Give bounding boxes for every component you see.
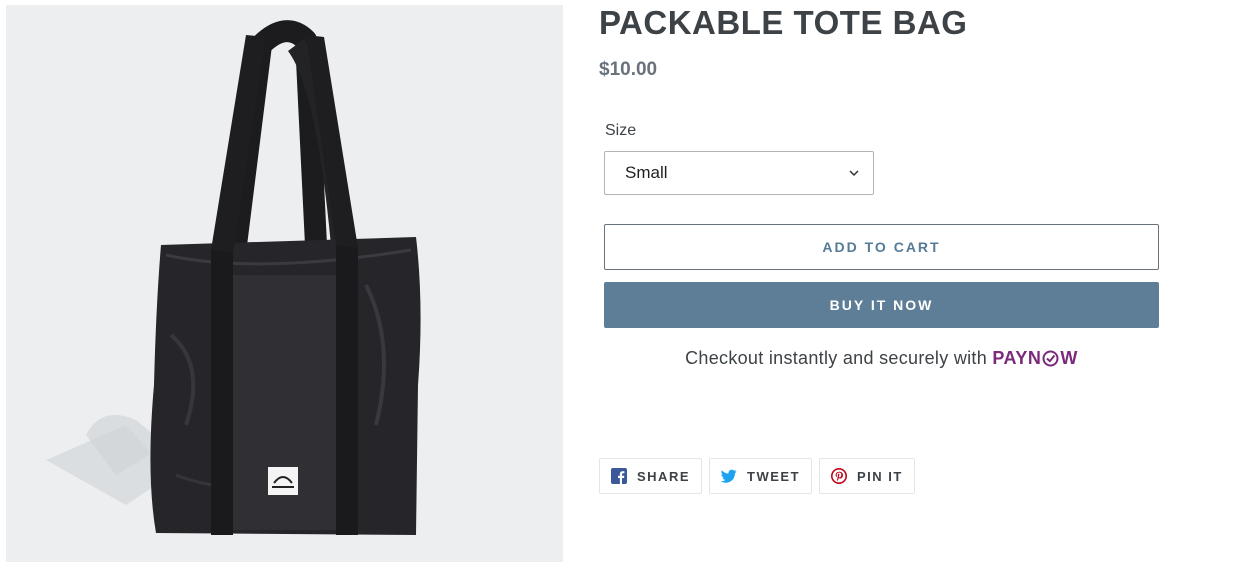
share-pinterest-button[interactable]: PIN IT bbox=[819, 458, 915, 494]
size-label: Size bbox=[605, 122, 637, 139]
facebook-icon bbox=[611, 468, 627, 484]
checkout-message: Checkout instantly and securely with PAY… bbox=[604, 348, 1159, 369]
pinterest-icon bbox=[831, 468, 848, 484]
share-twitter-label: TWEET bbox=[747, 468, 801, 484]
product-price: $10.00 bbox=[599, 59, 658, 80]
size-select-value: Small bbox=[625, 163, 668, 182]
product-image[interactable] bbox=[6, 5, 563, 562]
chevron-down-icon bbox=[849, 170, 859, 177]
share-twitter-button[interactable]: TWEET bbox=[709, 458, 813, 494]
add-to-cart-button[interactable]: ADD TO CART bbox=[604, 224, 1159, 270]
tote-bag-illustration bbox=[46, 20, 421, 535]
buy-it-now-label: BUY IT NOW bbox=[829, 297, 934, 313]
share-facebook-label: SHARE bbox=[637, 468, 691, 484]
paynow-text-end: W bbox=[1060, 348, 1078, 368]
product-page: PACKABLE TOTE BAG $10.00 Size Small ADD … bbox=[0, 0, 1256, 568]
social-share: SHARE TWEET PIN IT bbox=[599, 458, 922, 494]
buy-it-now-button[interactable]: BUY IT NOW bbox=[604, 282, 1159, 328]
twitter-icon bbox=[721, 469, 737, 483]
share-facebook-button[interactable]: SHARE bbox=[599, 458, 703, 494]
share-pinterest-label: PIN IT bbox=[857, 468, 903, 484]
checkout-text: Checkout instantly and securely with bbox=[685, 348, 988, 368]
product-title: PACKABLE TOTE BAG bbox=[599, 4, 968, 41]
add-to-cart-label: ADD TO CART bbox=[822, 239, 941, 255]
size-select[interactable]: Small bbox=[604, 151, 874, 195]
paynow-logo[interactable]: PAYN W bbox=[992, 348, 1078, 369]
paynow-check-icon bbox=[1042, 350, 1059, 367]
paynow-text-start: PAYN bbox=[992, 348, 1042, 368]
